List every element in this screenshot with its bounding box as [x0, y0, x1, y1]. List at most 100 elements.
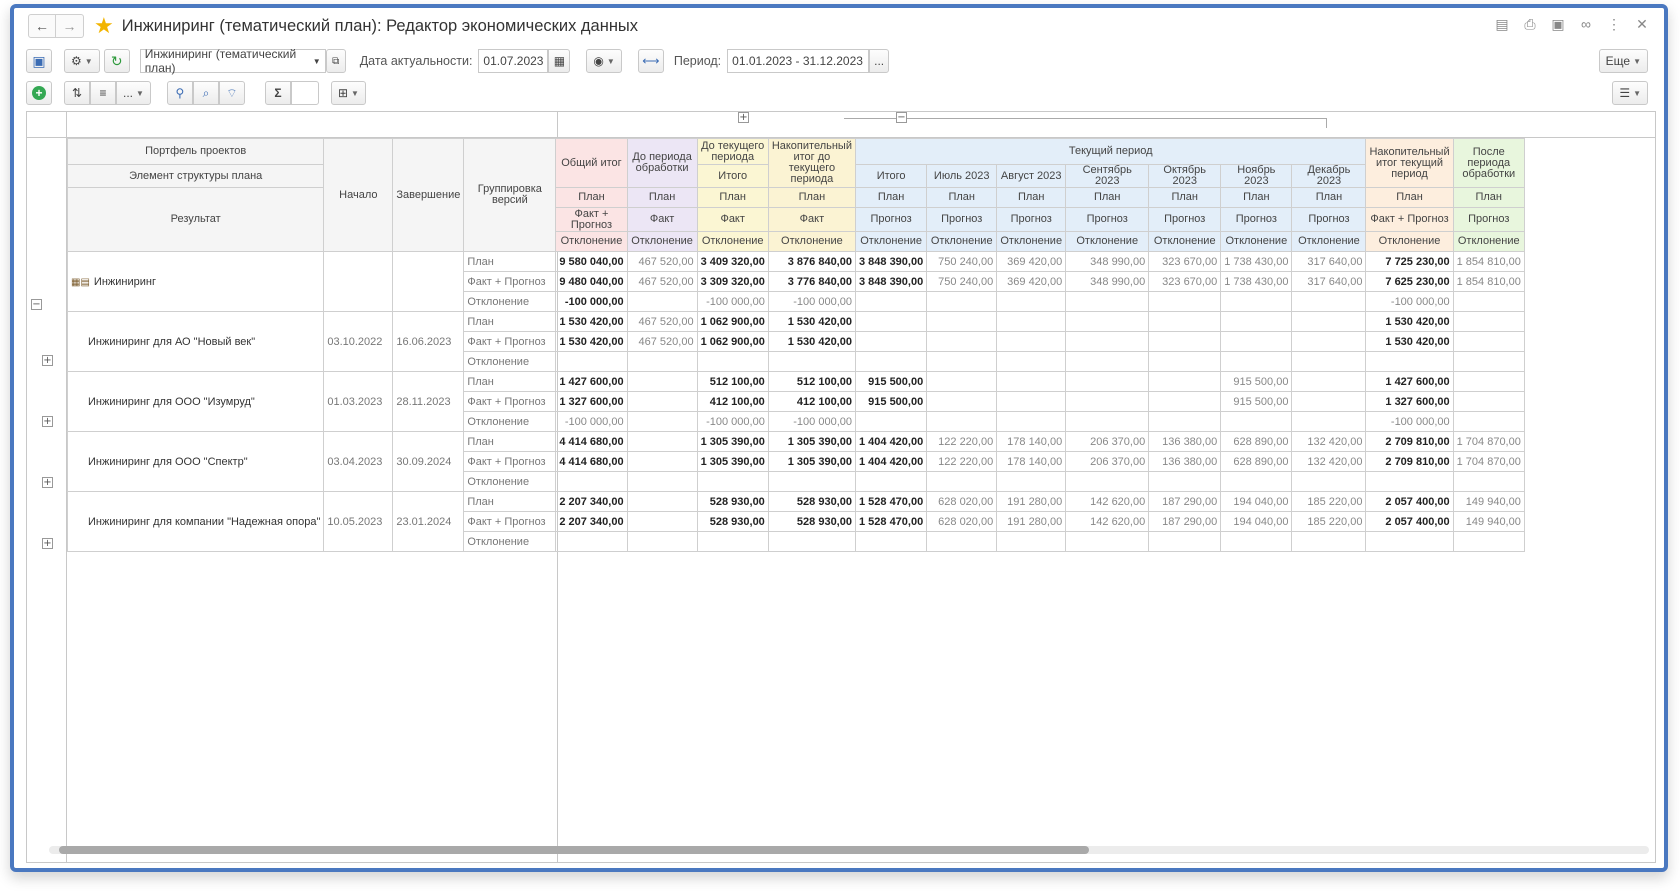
table-cell[interactable] — [996, 351, 1067, 372]
table-cell[interactable] — [1452, 371, 1525, 392]
sum-field[interactable] — [290, 81, 319, 105]
chevron-down-icon[interactable]: ▼ — [313, 57, 321, 66]
table-cell[interactable] — [1365, 531, 1454, 552]
table-cell[interactable]: 2 057 400,00 — [1365, 511, 1454, 532]
table-cell[interactable] — [1220, 311, 1293, 332]
table-cell[interactable] — [1148, 351, 1222, 372]
date-input[interactable]: 01.07.2023 — [478, 49, 549, 73]
table-cell[interactable]: 178 140,00 — [996, 431, 1067, 452]
table-cell[interactable] — [1220, 291, 1293, 312]
table-cell[interactable]: 528 930,00 — [767, 491, 856, 512]
table-cell[interactable] — [854, 291, 928, 312]
table-cell[interactable] — [626, 291, 698, 312]
sort-asc-button[interactable]: ⇅ — [64, 81, 90, 105]
period-button[interactable]: ⟷ — [637, 49, 664, 73]
table-cell[interactable]: 1 305 390,00 — [696, 431, 769, 452]
table-cell[interactable] — [626, 371, 698, 392]
table-cell[interactable]: -100 000,00 — [1365, 291, 1454, 312]
table-cell[interactable] — [1452, 471, 1525, 492]
table-cell[interactable] — [1148, 331, 1222, 352]
table-cell[interactable]: 2 207 340,00 — [555, 511, 628, 532]
table-cell[interactable] — [626, 391, 698, 412]
table-cell[interactable] — [626, 351, 698, 372]
table-cell[interactable]: 412 100,00 — [696, 391, 769, 412]
table-cell[interactable] — [926, 391, 998, 412]
expand-row-icon[interactable]: + — [42, 355, 53, 366]
table-cell[interactable]: 185 220,00 — [1291, 511, 1367, 532]
table-cell[interactable] — [696, 351, 769, 372]
table-cell[interactable]: 317 640,00 — [1291, 271, 1367, 292]
row-name-cell[interactable]: Инжиниринг для ООО "Изумруд" — [66, 371, 325, 432]
table-cell[interactable] — [996, 371, 1067, 392]
table-cell[interactable]: 1 528 470,00 — [854, 491, 928, 512]
table-cell[interactable] — [1065, 351, 1150, 372]
table-cell[interactable] — [626, 411, 698, 432]
table-cell[interactable]: 750 240,00 — [926, 251, 998, 272]
table-cell[interactable]: 1 530 420,00 — [767, 331, 856, 352]
expand-row-icon[interactable]: + — [42, 538, 53, 549]
table-cell[interactable]: 1 854 810,00 — [1452, 251, 1525, 272]
table-cell[interactable]: 122 220,00 — [926, 451, 998, 472]
table-cell[interactable]: 1 530 420,00 — [767, 311, 856, 332]
table-cell[interactable]: 142 620,00 — [1065, 491, 1150, 512]
table-cell[interactable] — [1220, 351, 1293, 372]
table-cell[interactable]: 3 309 320,00 — [696, 271, 769, 292]
table-cell[interactable] — [1148, 371, 1222, 392]
table-row[interactable]: Инжиниринг для АО "Новый век" 03.10.2022 1… — [66, 311, 1525, 372]
table-row[interactable]: Инжиниринг для ООО "Спектр" 03.04.2023 30.… — [66, 431, 1525, 492]
table-cell[interactable]: 1 305 390,00 — [767, 431, 856, 452]
table-cell[interactable]: 9 580 040,00 — [555, 251, 628, 272]
table-cell[interactable]: 1 704 870,00 — [1452, 431, 1525, 452]
table-cell[interactable]: 750 240,00 — [926, 271, 998, 292]
table-cell[interactable] — [626, 491, 698, 512]
table-cell[interactable]: 3 409 320,00 — [696, 251, 769, 272]
save-icon[interactable]: ▤ — [1494, 16, 1510, 33]
table-cell[interactable]: 1 427 600,00 — [1365, 371, 1454, 392]
more-button[interactable]: Еще ▼ — [1598, 49, 1648, 73]
table-cell[interactable]: 7 625 230,00 — [1365, 271, 1454, 292]
table-cell[interactable]: -100 000,00 — [696, 411, 769, 432]
table-cell[interactable]: 194 040,00 — [1220, 491, 1293, 512]
table-cell[interactable] — [1148, 391, 1222, 412]
save-button[interactable]: ▣ — [26, 49, 52, 73]
table-cell[interactable]: -100 000,00 — [555, 291, 628, 312]
table-cell[interactable]: 1 530 420,00 — [1365, 311, 1454, 332]
scrollbar-thumb[interactable] — [59, 846, 1089, 854]
table-cell[interactable]: 132 420,00 — [1291, 431, 1367, 452]
table-cell[interactable] — [1065, 371, 1150, 392]
row-name-cell[interactable]: Инжиниринг для компании "Надежная опора" — [66, 491, 325, 552]
collapse-column-icon[interactable]: − — [896, 112, 907, 123]
table-cell[interactable]: 628 890,00 — [1220, 451, 1293, 472]
table-cell[interactable] — [996, 391, 1067, 412]
table-cell[interactable]: 2 709 810,00 — [1365, 431, 1454, 452]
table-cell[interactable] — [1291, 371, 1367, 392]
link-icon[interactable]: ∞ — [1578, 16, 1594, 33]
table-cell[interactable] — [1452, 391, 1525, 412]
add-button[interactable]: + — [26, 81, 52, 105]
table-cell[interactable]: 1 854 810,00 — [1452, 271, 1525, 292]
table-cell[interactable] — [1291, 411, 1367, 432]
table-cell[interactable] — [626, 431, 698, 452]
table-cell[interactable] — [1065, 311, 1150, 332]
table-cell[interactable] — [1065, 391, 1150, 412]
table-cell[interactable] — [555, 351, 628, 372]
print-icon[interactable]: ⎙ — [1522, 16, 1538, 33]
table-cell[interactable] — [1452, 531, 1525, 552]
table-cell[interactable] — [854, 311, 928, 332]
search-button[interactable]: ⚲ — [166, 81, 193, 105]
table-cell[interactable]: 3 848 390,00 — [854, 251, 928, 272]
table-cell[interactable]: 412 100,00 — [767, 391, 856, 412]
table-cell[interactable]: 1 305 390,00 — [767, 451, 856, 472]
preview-icon[interactable]: ▣ — [1550, 16, 1566, 33]
row-name-cell[interactable]: ▦▤ Инжиниринг — [66, 251, 325, 312]
collapse-row-icon[interactable]: − — [31, 299, 42, 310]
table-cell[interactable]: 1 530 420,00 — [1365, 331, 1454, 352]
table-cell[interactable] — [1148, 311, 1222, 332]
expand-column-icon[interactable]: + — [738, 112, 749, 123]
table-cell[interactable] — [854, 331, 928, 352]
table-cell[interactable]: 194 040,00 — [1220, 511, 1293, 532]
table-cell[interactable] — [1291, 531, 1367, 552]
table-cell[interactable] — [1291, 291, 1367, 312]
table-cell[interactable] — [1452, 351, 1525, 372]
table-cell[interactable]: 2 207 340,00 — [555, 491, 628, 512]
